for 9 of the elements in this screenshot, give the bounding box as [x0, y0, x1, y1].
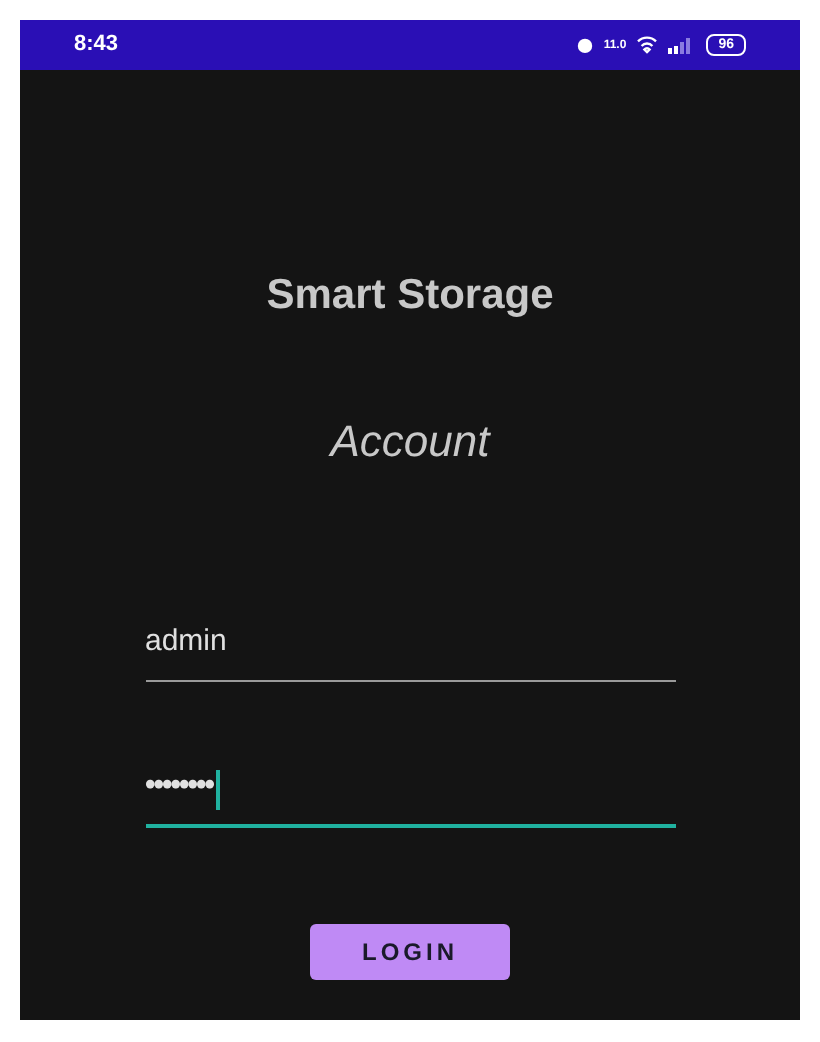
text-cursor [215, 769, 220, 809]
password-field[interactable]: •••••••• [145, 747, 675, 827]
alarm-icon [575, 36, 594, 54]
screen-subtitle: Account [330, 413, 490, 469]
app-title: Smart Storage [266, 270, 554, 322]
username-field[interactable]: admin [145, 601, 675, 681]
login-button[interactable]: LOGIN [310, 923, 510, 979]
status-time: 8:43 [74, 30, 119, 61]
wifi-icon [636, 36, 659, 54]
